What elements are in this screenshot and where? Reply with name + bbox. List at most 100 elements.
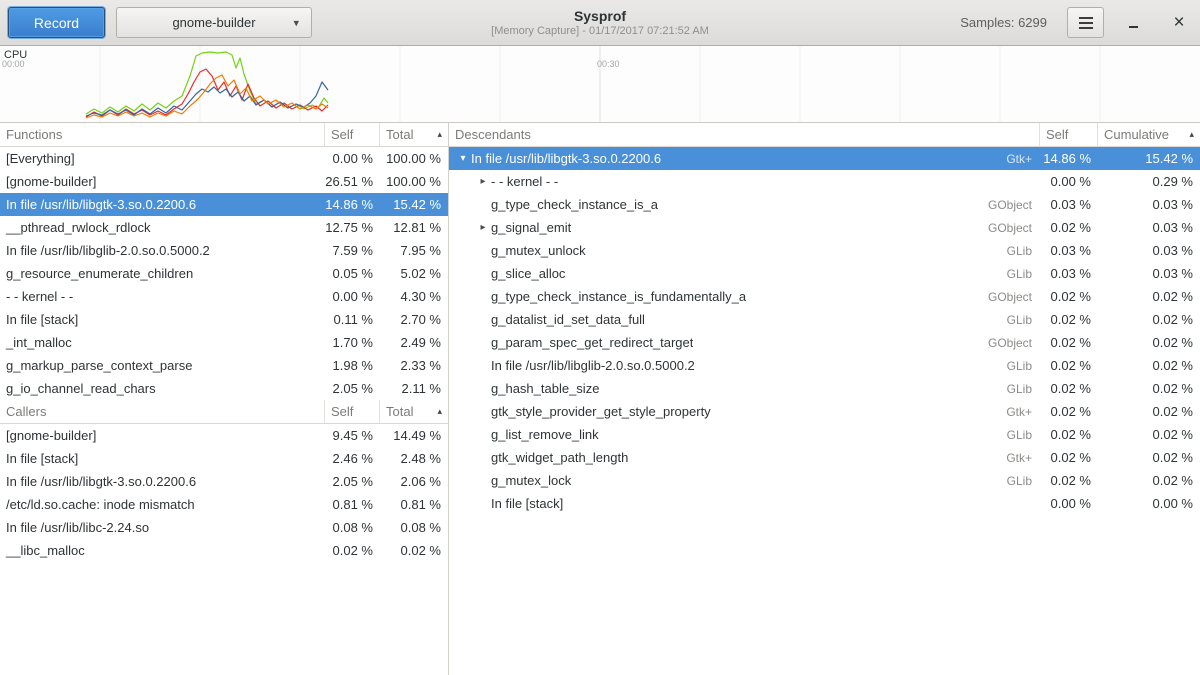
library-tag: GLib [997,313,1034,327]
total-percent: 5.02 % [380,266,448,281]
descendant-name: g_param_spec_get_redirect_target [491,335,693,350]
self-percent: 14.86 % [325,197,380,212]
tree-row[interactable]: gtk_style_provider_get_style_propertyGtk… [449,400,1200,423]
table-row[interactable]: g_markup_parse_context_parse1.98 %2.33 % [0,354,448,377]
collapse-arrow-icon[interactable]: ▾ [455,153,471,164]
tree-row[interactable]: In file /usr/lib/libglib-2.0.so.0.5000.2… [449,354,1200,377]
column-header-descendants[interactable]: Descendants [449,123,1040,146]
column-header-callers[interactable]: Callers [0,400,325,423]
process-selector-dropdown[interactable]: gnome-builder ▾ [116,7,312,38]
tree-indent [455,480,475,481]
self-percent: 0.03 % [1040,266,1098,281]
column-header-self[interactable]: Self [325,400,380,423]
table-row[interactable]: In file [stack]2.46 %2.48 % [0,447,448,470]
library-tag: GObject [978,221,1034,235]
tree-indent [455,296,475,297]
self-percent: 0.00 % [325,151,380,166]
total-percent: 7.95 % [380,243,448,258]
cpu-usage-line-green [86,52,328,114]
table-row[interactable]: [Everything]0.00 %100.00 % [0,147,448,170]
descendant-name-cell: ▸g_signal_emitGObject [449,220,1040,235]
column-label: Cumulative [1104,127,1169,142]
tree-row[interactable]: g_param_spec_get_redirect_targetGObject0… [449,331,1200,354]
tree-row[interactable]: ▾In file /usr/lib/libgtk-3.so.0.2200.6Gt… [449,147,1200,170]
column-label: Self [331,127,353,142]
column-header-self[interactable]: Self [325,123,380,146]
tree-row[interactable]: g_type_check_instance_is_aGObject0.03 %0… [449,193,1200,216]
tree-indent [455,457,475,458]
tree-row[interactable]: g_type_check_instance_is_fundamentally_a… [449,285,1200,308]
cpu-timeline[interactable]: CPU 00:00 00:30 [0,46,1200,123]
self-percent: 0.02 % [325,543,380,558]
table-row[interactable]: In file /usr/lib/libglib-2.0.so.0.5000.2… [0,239,448,262]
tree-row[interactable]: gtk_widget_path_lengthGtk+0.02 %0.02 % [449,446,1200,469]
cumulative-percent: 0.02 % [1098,450,1200,465]
table-row[interactable]: In file [stack]0.11 %2.70 % [0,308,448,331]
tree-row[interactable]: ▸g_signal_emitGObject0.02 %0.03 % [449,216,1200,239]
library-tag: GLib [997,244,1034,258]
function-name: g_markup_parse_context_parse [0,358,325,373]
function-name: __libc_malloc [0,543,325,558]
table-row[interactable]: [gnome-builder]9.45 %14.49 % [0,424,448,447]
self-percent: 0.02 % [1040,427,1098,442]
process-selector-value: gnome-builder [172,15,255,30]
tree-row[interactable]: g_datalist_id_set_data_fullGLib0.02 %0.0… [449,308,1200,331]
descendant-name-cell: In file [stack] [449,496,1040,511]
column-header-functions[interactable]: Functions [0,123,325,146]
column-header-total[interactable]: Total ▴ [380,400,448,423]
tree-row[interactable]: g_mutex_lockGLib0.02 %0.02 % [449,469,1200,492]
total-percent: 4.30 % [380,289,448,304]
descendant-name: In file /usr/lib/libglib-2.0.so.0.5000.2 [491,358,695,373]
tree-row[interactable]: In file [stack]0.00 %0.00 % [449,492,1200,515]
record-button[interactable]: Record [8,7,105,38]
column-label: Self [331,404,353,419]
minimize-button[interactable] [1120,10,1146,36]
table-row[interactable]: In file /usr/lib/libgtk-3.so.0.2200.614.… [0,193,448,216]
total-percent: 2.48 % [380,451,448,466]
table-row[interactable]: _int_malloc1.70 %2.49 % [0,331,448,354]
table-row[interactable]: __libc_malloc0.02 %0.02 % [0,539,448,562]
table-row[interactable]: __pthread_rwlock_rdlock12.75 %12.81 % [0,216,448,239]
column-header-self[interactable]: Self [1040,123,1098,146]
self-percent: 0.02 % [1040,473,1098,488]
tree-row[interactable]: ▸- - kernel - -0.00 %0.29 % [449,170,1200,193]
self-percent: 2.46 % [325,451,380,466]
cumulative-percent: 0.03 % [1098,243,1200,258]
descendant-name: gtk_style_provider_get_style_property [491,404,711,419]
self-percent: 0.02 % [1040,220,1098,235]
tree-row[interactable]: g_slice_allocGLib0.03 %0.03 % [449,262,1200,285]
descendant-name: - - kernel - - [491,174,558,189]
total-percent: 14.49 % [380,428,448,443]
sort-indicator-icon: ▴ [1189,129,1194,140]
expand-arrow-icon[interactable]: ▸ [475,176,491,187]
table-row[interactable]: /etc/ld.so.cache: inode mismatch0.81 %0.… [0,493,448,516]
descendant-name-cell: ▸- - kernel - - [449,174,1040,189]
callers-table-header: Callers Self Total ▴ [0,400,448,424]
close-icon: × [1173,13,1184,32]
table-row[interactable]: In file /usr/lib/libgtk-3.so.0.2200.62.0… [0,470,448,493]
tree-indent [455,388,475,389]
descendant-name-cell: g_datalist_id_set_data_fullGLib [449,312,1040,327]
self-percent: 0.05 % [325,266,380,281]
table-row[interactable]: - - kernel - -0.00 %4.30 % [0,285,448,308]
total-percent: 2.49 % [380,335,448,350]
table-row[interactable]: [gnome-builder]26.51 %100.00 % [0,170,448,193]
cumulative-percent: 0.03 % [1098,220,1200,235]
self-percent: 26.51 % [325,174,380,189]
descendant-name-cell: g_mutex_lockGLib [449,473,1040,488]
self-percent: 0.00 % [1040,496,1098,511]
table-row[interactable]: g_io_channel_read_chars2.05 %2.11 % [0,377,448,400]
expand-arrow-icon[interactable]: ▸ [475,222,491,233]
function-name: [Everything] [0,151,325,166]
tree-row[interactable]: g_hash_table_sizeGLib0.02 %0.02 % [449,377,1200,400]
close-button[interactable]: × [1166,10,1192,36]
tree-row[interactable]: g_mutex_unlockGLib0.03 %0.03 % [449,239,1200,262]
table-row[interactable]: g_resource_enumerate_children0.05 %5.02 … [0,262,448,285]
column-header-total[interactable]: Total ▴ [380,123,448,146]
tree-row[interactable]: g_list_remove_linkGLib0.02 %0.02 % [449,423,1200,446]
function-name: g_io_channel_read_chars [0,381,325,396]
menu-button[interactable] [1067,7,1104,38]
table-row[interactable]: In file /usr/lib/libc-2.24.so0.08 %0.08 … [0,516,448,539]
app-title: Sysprof [574,8,626,25]
column-header-cumulative[interactable]: Cumulative ▴ [1098,123,1200,146]
